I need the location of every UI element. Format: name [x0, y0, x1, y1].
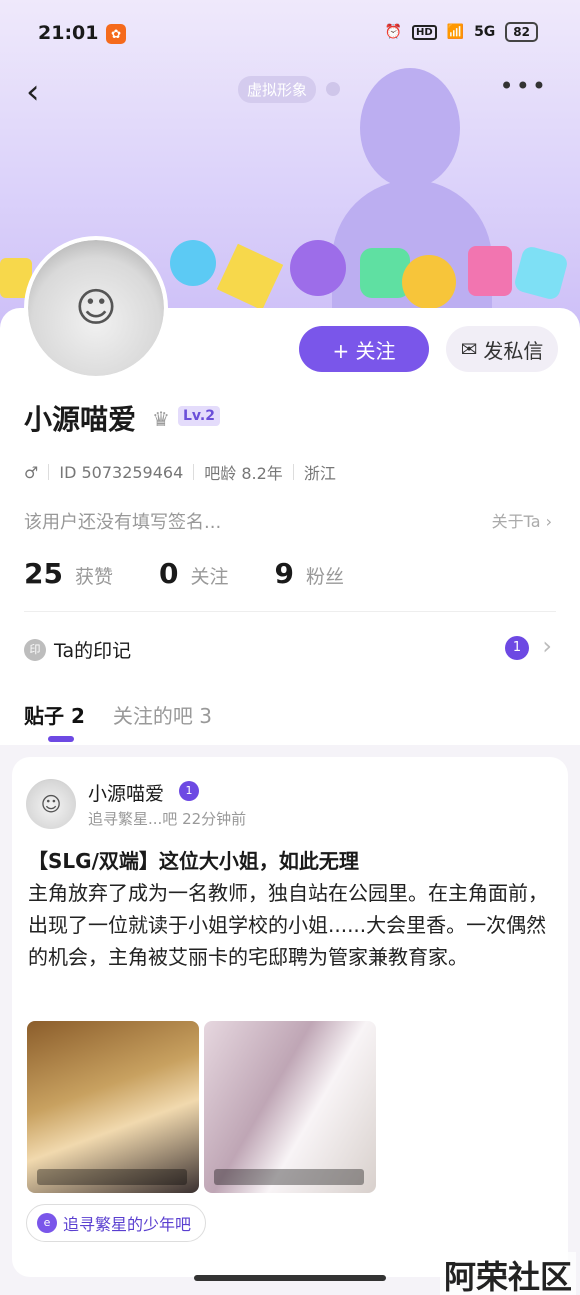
mark-badge-icon: 1 — [505, 636, 529, 660]
stat-fans[interactable]: 9 粉丝 — [274, 557, 344, 590]
alarm-icon: ⏰ — [384, 24, 402, 40]
divider — [292, 464, 294, 480]
stats-row: 25 获赞 0 关注 9 粉丝 — [24, 557, 344, 590]
gender-icon: ♂ — [24, 462, 39, 482]
stat-following[interactable]: 0 关注 — [159, 557, 229, 590]
decoration-shape — [468, 246, 512, 296]
stat-label: 获赞 — [74, 566, 113, 588]
tab-followed-forums[interactable]: 关注的吧 3 — [113, 700, 212, 729]
stat-label: 粉丝 — [305, 566, 344, 588]
forum-icon: e — [37, 1213, 57, 1233]
forum-tag-label: 追寻繁星的少年吧 — [63, 1215, 192, 1234]
post-title[interactable]: 【SLG/双端】这位大小姐，如此无理 — [28, 845, 359, 874]
user-id[interactable]: ID 5073259464 — [59, 463, 183, 482]
section-divider — [24, 611, 556, 612]
message-icon: ✉ — [460, 337, 478, 361]
user-name: 小源喵爱 — [24, 403, 137, 436]
back-icon[interactable]: ‹ — [26, 72, 40, 112]
avatar-image: ☺ — [28, 240, 164, 376]
post-author-avatar[interactable]: ☺ — [26, 779, 76, 829]
status-time: 21:01 — [38, 22, 99, 44]
tab-indicator — [48, 736, 74, 742]
status-bar: 21:01 ✿ ⏰ HD 📶 5G 82 — [0, 20, 580, 48]
decoration-shape — [170, 240, 216, 286]
tab-posts[interactable]: 贴子 2 — [24, 700, 85, 729]
signature: 该用户还没有填写签名... — [24, 512, 222, 533]
virtual-avatar-badge[interactable]: 虚拟形象 — [238, 76, 317, 103]
status-icons: ⏰ HD 📶 5G 82 — [385, 22, 538, 42]
ta-mark-row[interactable]: 印 Ta的印记 — [24, 636, 131, 663]
stat-label: 关注 — [190, 566, 229, 588]
private-message-button[interactable]: ✉ 发私信 — [446, 326, 558, 372]
virtual-avatar-silhouette — [360, 68, 460, 188]
post-meta: 追寻繁星...吧 22分钟前 — [88, 810, 247, 828]
post-image[interactable] — [204, 1021, 376, 1193]
stat-number: 25 — [24, 557, 63, 590]
home-indicator[interactable] — [194, 1275, 386, 1281]
stat-number: 9 — [274, 557, 294, 590]
divider — [193, 464, 195, 480]
account-age: 吧龄 8.2年 — [204, 464, 283, 483]
private-message-label: 发私信 — [483, 338, 544, 363]
profile-meta: ♂ ID 5073259464 吧龄 8.2年 浙江 — [24, 460, 336, 484]
image-ui-overlay — [37, 1169, 187, 1185]
avatar[interactable]: ☺ — [24, 236, 168, 380]
post-image[interactable] — [27, 1021, 199, 1193]
decoration-shape — [512, 244, 570, 302]
more-options-icon[interactable]: ••• — [500, 72, 548, 100]
app-notification-icon: ✿ — [106, 24, 126, 44]
author-badge-icon: 1 — [179, 781, 199, 801]
decoration-shape — [216, 243, 284, 311]
chevron-right-icon: › — [542, 632, 552, 660]
post-author-name[interactable]: 小源喵爱 — [88, 779, 164, 806]
crown-icon: ♛ — [152, 407, 170, 431]
post-body[interactable]: 主角放弃了成为一名教师，独自站在公园里。在主角面前，出现了一位就读于小姐学校的小… — [28, 877, 556, 973]
decoration-shape — [290, 240, 346, 296]
status-dot — [326, 82, 340, 96]
mark-label: Ta的印记 — [54, 640, 132, 662]
stat-likes[interactable]: 25 获赞 — [24, 557, 113, 590]
network-label: 5G — [474, 24, 496, 40]
level-badge[interactable]: Lv.2 — [178, 406, 220, 426]
wifi-icon: 📶 — [446, 24, 465, 40]
follow-button[interactable]: + 关注 — [299, 326, 429, 372]
stat-number: 0 — [158, 557, 179, 590]
hd-icon: HD — [411, 24, 437, 40]
mark-icon: 印 — [24, 638, 46, 661]
decoration-shape — [402, 255, 456, 309]
battery-icon: 82 — [505, 22, 538, 42]
about-link[interactable]: 关于Ta › — [492, 508, 552, 532]
image-ui-overlay — [214, 1169, 364, 1185]
divider — [48, 464, 50, 480]
location: 浙江 — [303, 464, 336, 483]
forum-tag[interactable]: e 追寻繁星的少年吧 — [26, 1204, 207, 1242]
watermark: 阿荣社区 — [439, 1252, 576, 1295]
post-card[interactable]: ☺ 小源喵爱 1 追寻繁星...吧 22分钟前 【SLG/双端】这位大小姐，如此… — [12, 757, 568, 1277]
profile-tabs: 贴子 2 关注的吧 3 — [24, 700, 212, 729]
